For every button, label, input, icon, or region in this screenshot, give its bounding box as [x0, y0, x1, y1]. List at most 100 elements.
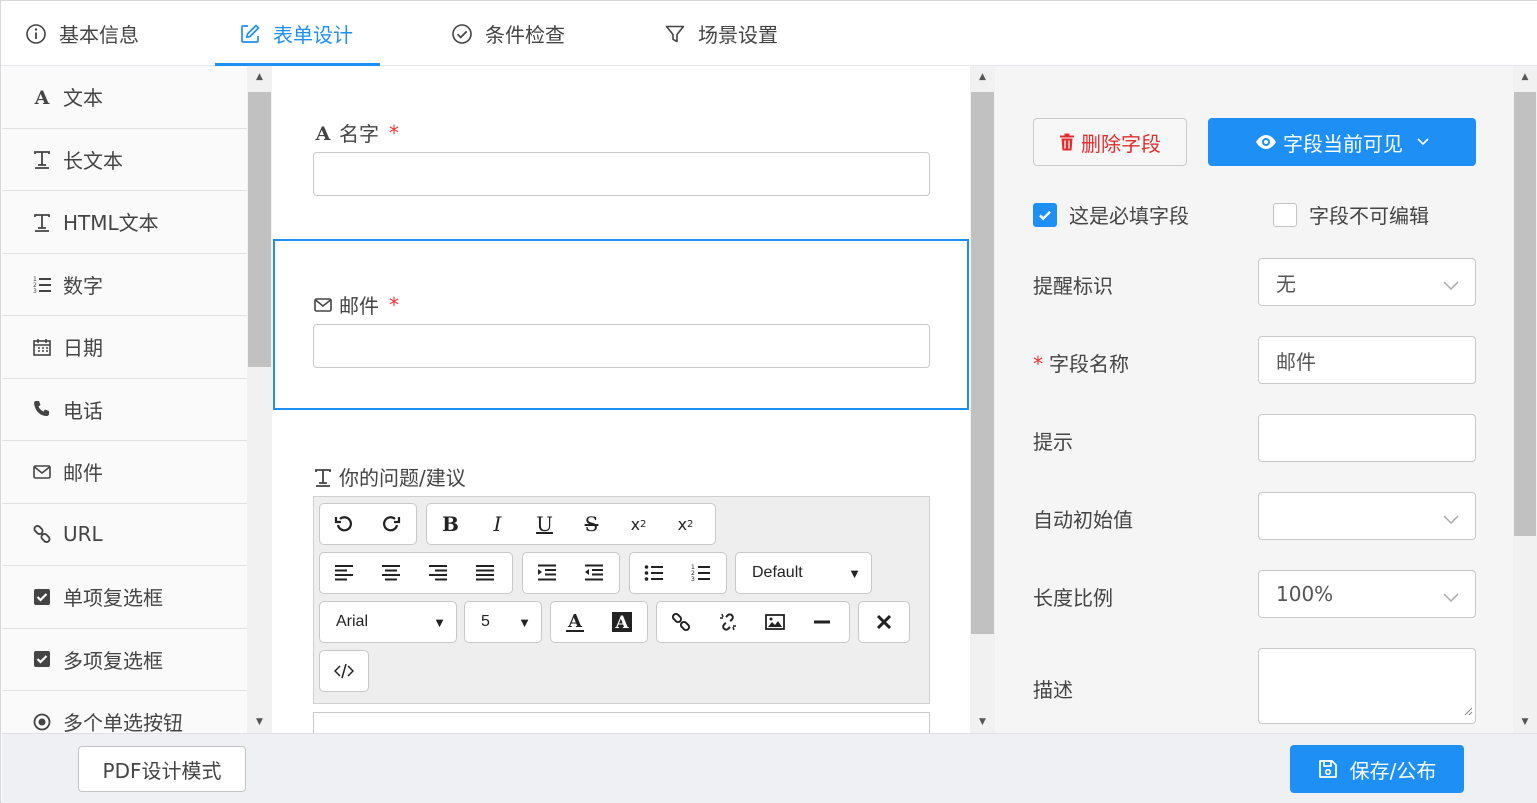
color-group: A A	[550, 601, 648, 643]
palette-item-label: 长文本	[63, 148, 123, 173]
palette-item-text[interactable]: A 文本	[2, 66, 247, 129]
indent-icon[interactable]	[523, 553, 570, 593]
length-ratio-select[interactable]: 100%	[1258, 570, 1476, 618]
bold-icon[interactable]: B	[427, 504, 474, 544]
palette-item-label: 多个单选按钮	[63, 711, 183, 733]
link-icon[interactable]	[657, 602, 704, 642]
outdent-icon[interactable]	[570, 553, 617, 593]
scroll-down-icon[interactable]: ▼	[1513, 713, 1537, 731]
field-visibility-dropdown[interactable]: 字段当前可见	[1208, 118, 1476, 166]
chevron-down-icon	[1443, 272, 1459, 296]
size-select[interactable]: 5 ▼	[464, 601, 542, 643]
tab-basic-info[interactable]: 基本信息	[25, 1, 139, 66]
scroll-up-icon[interactable]: ▲	[1513, 68, 1537, 86]
indent-group	[522, 552, 620, 594]
align-right-icon[interactable]	[414, 553, 461, 593]
tab-label: 条件检查	[485, 23, 565, 47]
palette-item-url[interactable]: URL	[2, 503, 247, 566]
field-name-input[interactable]: 邮件	[1258, 336, 1476, 384]
delete-field-button[interactable]: 删除字段	[1033, 118, 1187, 166]
calendar-icon	[31, 336, 53, 358]
scrollbar-thumb[interactable]	[1514, 92, 1536, 536]
remove-format-icon[interactable]	[859, 602, 909, 642]
numbered-list-icon[interactable]: 123	[677, 553, 724, 593]
align-justify-icon[interactable]	[461, 553, 508, 593]
link-icon	[31, 523, 53, 545]
check-circle-icon	[451, 23, 473, 45]
pdf-design-mode-button[interactable]: PDF设计模式	[78, 746, 246, 792]
clear-group	[858, 601, 910, 643]
font-color-icon[interactable]: A	[551, 602, 598, 642]
palette-item-date[interactable]: 日期	[2, 316, 247, 379]
scroll-up-icon[interactable]: ▲	[970, 68, 995, 86]
format-select-value: Default	[752, 564, 803, 581]
palette-item-phone[interactable]: 电话	[2, 378, 247, 441]
readonly-checkbox[interactable]: 字段不可编辑	[1273, 200, 1429, 229]
bullet-list-icon[interactable]	[630, 553, 677, 593]
palette-item-label: 多项复选框	[63, 648, 163, 673]
length-ratio-label: 长度比例	[1033, 586, 1113, 610]
auto-initial-value-label: 自动初始值	[1033, 508, 1133, 532]
info-circle-icon	[25, 23, 47, 45]
palette-item-label: HTML文本	[63, 211, 159, 236]
email-input[interactable]	[313, 324, 930, 368]
save-publish-button[interactable]: 保存/公布	[1290, 745, 1464, 793]
image-icon[interactable]	[751, 602, 798, 642]
palette-item-number[interactable]: 123 数字	[2, 253, 247, 316]
text-t-icon	[31, 211, 53, 233]
caret-down-icon: ▼	[518, 614, 531, 630]
canvas-scrollbar[interactable]: ▲ ▼	[970, 66, 995, 733]
svg-text:A: A	[34, 87, 50, 107]
name-input[interactable]	[313, 152, 930, 196]
format-select[interactable]: Default ▼	[735, 552, 872, 594]
font-select[interactable]: Arial ▼	[319, 601, 457, 643]
scroll-down-icon[interactable]: ▼	[247, 713, 272, 731]
background-color-icon[interactable]: A	[598, 602, 645, 642]
resize-handle-icon[interactable]	[1463, 697, 1473, 721]
palette-item-html-text[interactable]: HTML文本	[2, 191, 247, 254]
scroll-down-icon[interactable]: ▼	[970, 713, 995, 731]
undo-icon[interactable]	[320, 504, 367, 544]
phone-icon	[31, 398, 53, 420]
subscript-icon[interactable]: x2	[615, 504, 662, 544]
align-center-icon[interactable]	[367, 553, 414, 593]
align-left-icon[interactable]	[320, 553, 367, 593]
rich-text-editor-area[interactable]	[313, 712, 930, 733]
palette-item-email[interactable]: 邮件	[2, 441, 247, 504]
required-checkbox[interactable]: 这是必填字段	[1033, 200, 1189, 229]
font-select-value: Arial	[336, 613, 369, 630]
palette-item-multi-checkbox[interactable]: 多项复选框	[2, 628, 247, 691]
palette-item-radio-group[interactable]: 多个单选按钮	[2, 691, 247, 733]
tab-form-design[interactable]: 表单设计	[239, 1, 353, 66]
palette-item-label: 电话	[63, 398, 103, 423]
tab-scene-settings[interactable]: 场景设置	[664, 1, 778, 66]
strikethrough-icon[interactable]: S	[568, 504, 615, 544]
superscript-icon[interactable]: x2	[662, 504, 709, 544]
checkbox-icon	[31, 648, 53, 670]
ordered-list-icon: 123	[31, 273, 53, 295]
palette-item-long-text[interactable]: 长文本	[2, 128, 247, 191]
unlink-icon[interactable]	[704, 602, 751, 642]
properties-scrollbar[interactable]: ▲ ▼	[1513, 66, 1537, 733]
tab-condition-check[interactable]: 条件检查	[451, 1, 565, 66]
horizontal-rule-icon[interactable]	[798, 602, 845, 642]
italic-icon[interactable]: I	[474, 504, 521, 544]
field-email-label: 邮件 *	[313, 290, 399, 319]
reminder-select[interactable]: 无	[1258, 258, 1476, 306]
description-textarea[interactable]	[1258, 648, 1476, 724]
scrollbar-thumb[interactable]	[248, 92, 271, 367]
field-palette: A 文本 长文本 HTML文本 123 数字 日期 电话 邮件 URL 单项复选…	[2, 66, 247, 733]
scroll-up-icon[interactable]: ▲	[247, 68, 272, 86]
scrollbar-thumb[interactable]	[971, 92, 994, 634]
palette-item-label: 邮件	[63, 461, 103, 486]
history-group	[319, 503, 417, 545]
pdf-design-mode-label: PDF设计模式	[102, 758, 222, 783]
palette-scrollbar[interactable]: ▲ ▼	[247, 66, 272, 733]
footer-bar: PDF设计模式 保存/公布	[2, 733, 1537, 803]
palette-item-single-checkbox[interactable]: 单项复选框	[2, 566, 247, 629]
underline-icon[interactable]: U	[521, 504, 568, 544]
auto-initial-value-select[interactable]	[1258, 492, 1476, 540]
hint-input[interactable]	[1258, 414, 1476, 462]
code-view-icon[interactable]	[320, 651, 368, 691]
redo-icon[interactable]	[367, 504, 414, 544]
